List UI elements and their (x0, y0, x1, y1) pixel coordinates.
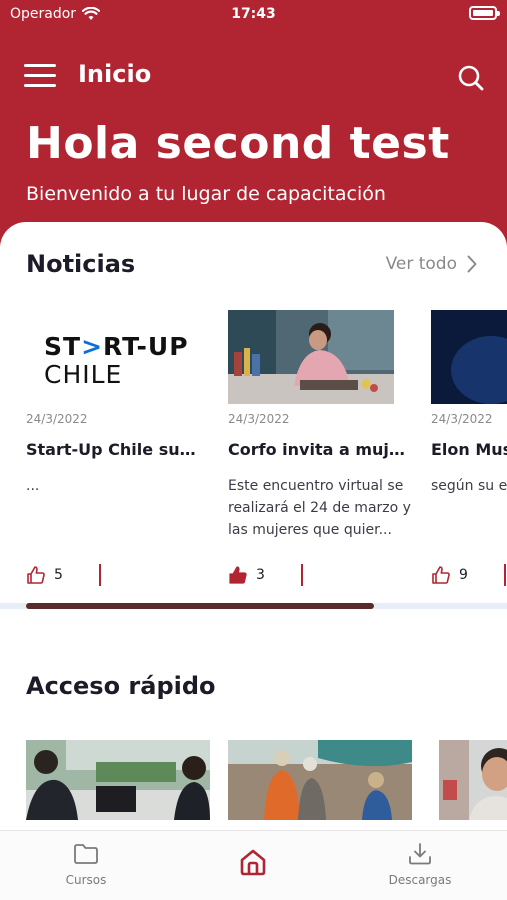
like-button[interactable]: 3 (228, 565, 265, 585)
news-footer: 5 (26, 564, 101, 586)
main-content: Noticias Ver todo ST>RT-UP CHILE 24/3/20… (0, 222, 507, 832)
news-scroll-thumb[interactable] (26, 603, 374, 609)
news-card[interactable]: ST>RT-UP CHILE 24/3/2022 Start-Up Chile … (26, 310, 226, 590)
news-title: Corfo invita a muje... (228, 440, 412, 459)
footer-divider (503, 564, 506, 586)
thumbs-up-outline-icon (27, 566, 45, 584)
see-all-news-link[interactable]: Ver todo (386, 254, 477, 274)
thumbs-up-outline-icon (432, 566, 450, 584)
photo-woman-painting (228, 310, 394, 404)
menu-button[interactable] (24, 64, 56, 92)
quick-access-card[interactable] (26, 740, 210, 820)
tab-home[interactable] (193, 847, 313, 881)
news-description: Este encuentro virtual se realizará el 2… (228, 478, 411, 538)
like-button[interactable]: 9 (431, 565, 468, 585)
news-section-title: Noticias (26, 250, 136, 278)
news-footer: 9 (431, 564, 506, 586)
greeting: Hola second test (26, 118, 450, 169)
tab-courses[interactable]: Cursos (26, 843, 146, 888)
news-title: Elon Musk (431, 440, 507, 459)
like-count: 9 (459, 567, 468, 583)
news-image-dark (431, 310, 507, 404)
tab-bar: Cursos Descargas (0, 830, 507, 900)
news-description: según su e (431, 478, 507, 494)
like-count: 3 (256, 567, 265, 583)
news-card[interactable]: 24/3/2022 Corfo invita a muje... Este en… (228, 310, 428, 590)
greeting-subtitle: Bienvenido a tu lugar de capacitación (26, 183, 386, 205)
like-button[interactable]: 5 (26, 565, 63, 585)
quick-access-card[interactable] (228, 740, 412, 820)
see-all-label: Ver todo (385, 254, 457, 274)
news-carousel[interactable]: ST>RT-UP CHILE 24/3/2022 Start-Up Chile … (0, 310, 507, 610)
tab-courses-label: Cursos (65, 873, 107, 887)
news-date: 24/3/2022 (26, 412, 88, 426)
quick-access-title: Acceso rápido (26, 672, 216, 700)
thumbs-up-filled-icon (229, 566, 247, 584)
battery-icon (469, 6, 500, 20)
footer-divider (300, 564, 303, 586)
menu-line (24, 74, 56, 77)
like-count: 5 (54, 567, 63, 583)
photo-business-meeting (26, 740, 210, 820)
news-date: 24/3/2022 (431, 412, 493, 426)
startup-logo-line1: ST>RT-UP (44, 332, 189, 361)
header: Operador 17:43 Inicio Hola second test B… (0, 0, 507, 260)
status-bar: Operador 17:43 (0, 0, 507, 28)
news-date: 24/3/2022 (228, 412, 290, 426)
news-title: Start-Up Chile sum... (26, 440, 210, 459)
tab-downloads-label: Descargas (388, 873, 452, 887)
home-icon (240, 849, 266, 876)
photo-dark-blue (431, 310, 507, 404)
photo-field-workers (228, 740, 412, 820)
folder-icon (74, 844, 98, 864)
quick-access-carousel[interactable] (0, 740, 507, 830)
menu-line (24, 84, 56, 87)
page-title: Inicio (78, 60, 152, 88)
news-image-woman-painting (228, 310, 394, 404)
news-card[interactable]: 24/3/2022 Elon Musk según su e 9 (431, 310, 507, 590)
photo-man-portrait (439, 740, 507, 820)
menu-line (24, 64, 56, 67)
quick-access-card[interactable] (439, 740, 507, 820)
footer-divider (98, 564, 101, 586)
search-icon[interactable] (457, 64, 485, 92)
news-footer: 3 (228, 564, 303, 586)
news-image-startup-logo: ST>RT-UP CHILE (26, 310, 192, 404)
download-icon (409, 843, 431, 865)
news-description: ... (26, 478, 40, 494)
status-time: 17:43 (231, 6, 276, 22)
startup-logo-line2: CHILE (44, 360, 123, 389)
chevron-right-icon (467, 255, 477, 273)
tab-downloads[interactable]: Descargas (360, 843, 480, 888)
